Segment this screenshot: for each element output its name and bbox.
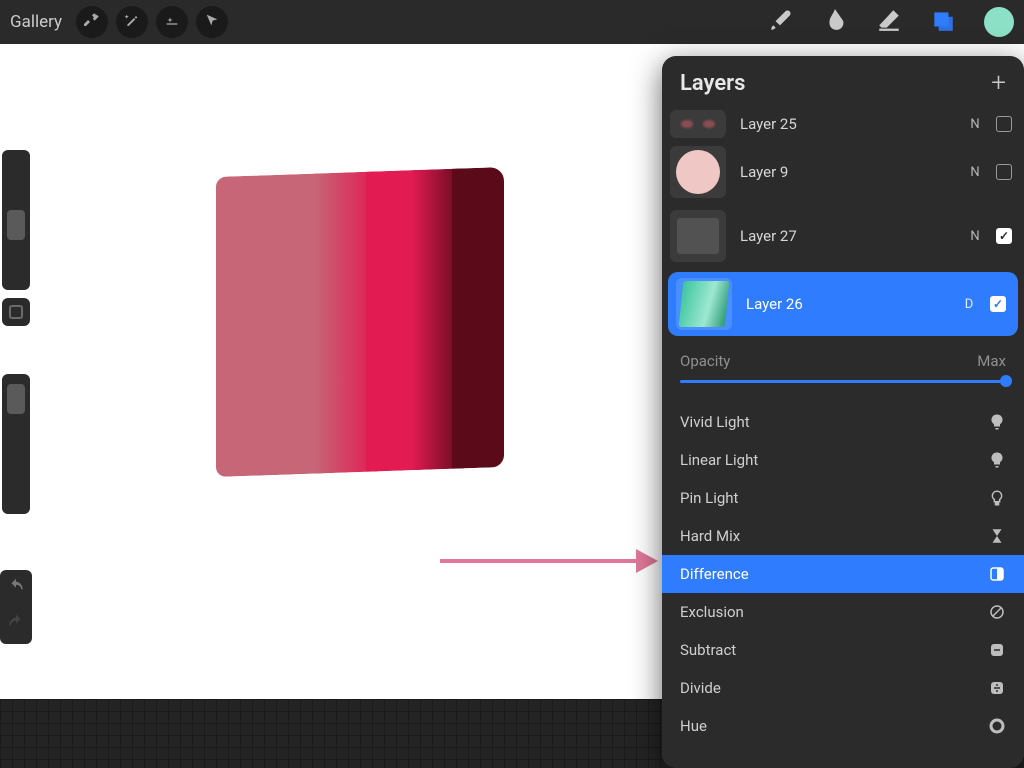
smudge-tool-button[interactable] (818, 5, 852, 39)
brush-opacity-slider[interactable] (2, 374, 30, 514)
blend-mode-item[interactable]: Pin Light (662, 479, 1024, 517)
adjustments-button[interactable] (116, 6, 148, 38)
actions-button[interactable] (76, 6, 108, 38)
divide-square-icon (988, 679, 1006, 697)
wrench-icon (84, 12, 100, 32)
layer-row-selected[interactable]: Layer 26 D (668, 272, 1018, 336)
blend-mode-item-selected[interactable]: Difference (662, 555, 1024, 593)
layer-name: Layer 26 (746, 295, 948, 313)
gallery-link[interactable]: Gallery (10, 12, 62, 32)
magic-wand-icon (124, 12, 140, 32)
blend-mode-label: Linear Light (680, 451, 758, 469)
bulb-filled-icon (988, 413, 1006, 431)
blend-mode-item[interactable]: Exclusion (662, 593, 1024, 631)
blend-mode-label: Vivid Light (680, 413, 750, 431)
blend-mode-item[interactable]: Subtract (662, 631, 1024, 669)
layers-icon (930, 7, 956, 37)
layer-visibility-checkbox[interactable] (996, 164, 1012, 180)
layer-visibility-checkbox[interactable] (996, 116, 1012, 132)
add-layer-button[interactable]: + (991, 70, 1006, 96)
opacity-value: Max (977, 352, 1006, 370)
blend-mode-item[interactable]: Hue (662, 707, 1024, 745)
layers-panel: Layers + Layer 25 N Layer 9 N Layer 27 N… (662, 56, 1024, 768)
eraser-tool-button[interactable] (872, 5, 906, 39)
blend-mode-item[interactable]: Divide (662, 669, 1024, 707)
brush-icon (768, 7, 794, 37)
layer-row[interactable]: Layer 27 N (662, 204, 1024, 268)
blend-mode-label: Exclusion (680, 603, 744, 621)
ring-icon (988, 717, 1006, 735)
blend-mode-label: Pin Light (680, 489, 738, 507)
brush-size-slider[interactable] (2, 150, 30, 290)
layers-panel-title: Layers (680, 71, 745, 96)
selection-icon (164, 12, 180, 32)
blend-mode-label: Hue (680, 717, 707, 735)
transform-button[interactable] (196, 6, 228, 38)
left-sidebar (0, 150, 32, 514)
layer-name: Layer 9 (740, 163, 954, 181)
half-square-icon (988, 565, 1006, 583)
layer-blend-indicator[interactable]: N (968, 165, 982, 180)
undo-button[interactable] (7, 578, 25, 600)
blend-mode-label: Divide (680, 679, 721, 697)
diag-circle-icon (988, 603, 1006, 621)
opacity-slider-thumb[interactable] (1000, 375, 1012, 387)
layer-visibility-checkbox[interactable] (996, 228, 1012, 244)
blend-mode-list[interactable]: Vivid Light Linear Light Pin Light Hard … (662, 403, 1024, 745)
layer-name: Layer 25 (740, 115, 954, 133)
selection-button[interactable] (156, 6, 188, 38)
blend-mode-label: Difference (680, 565, 749, 583)
opacity-label: Opacity (680, 352, 730, 370)
layer-row[interactable]: Layer 9 N (662, 140, 1024, 204)
canvas-artwork (216, 167, 504, 477)
blend-mode-item[interactable]: Hard Mix (662, 517, 1024, 555)
layer-blend-indicator[interactable]: N (968, 117, 982, 132)
modify-button[interactable] (2, 298, 30, 326)
cursor-icon (204, 12, 220, 32)
undo-redo-group (0, 570, 32, 644)
minus-square-icon (988, 641, 1006, 659)
layer-row[interactable]: Layer 25 N (662, 108, 1024, 140)
color-picker-button[interactable] (984, 7, 1014, 37)
hourglass-icon (988, 527, 1006, 545)
layer-blend-indicator[interactable]: N (968, 229, 982, 244)
layers-button[interactable] (926, 5, 960, 39)
layer-visibility-checkbox[interactable] (990, 296, 1006, 312)
layer-thumbnail (670, 110, 726, 138)
blend-mode-label: Hard Mix (680, 527, 740, 545)
redo-button[interactable] (7, 614, 25, 636)
undo-icon (7, 581, 25, 600)
layer-thumbnail (670, 210, 726, 262)
layer-blend-indicator[interactable]: D (962, 297, 976, 312)
smudge-icon (822, 7, 848, 37)
blend-mode-item[interactable]: Vivid Light (662, 403, 1024, 441)
layer-name: Layer 27 (740, 227, 954, 245)
annotation-arrow (440, 553, 660, 569)
blend-mode-label: Subtract (680, 641, 736, 659)
blend-mode-item[interactable]: Linear Light (662, 441, 1024, 479)
layer-thumbnail (676, 278, 732, 330)
layer-thumbnail (670, 146, 726, 198)
opacity-section: Opacity Max (662, 340, 1024, 389)
opacity-slider[interactable] (680, 380, 1006, 383)
bulb-filled-icon (988, 451, 1006, 469)
bulb-outline-icon (988, 489, 1006, 507)
brush-tool-button[interactable] (764, 5, 798, 39)
eraser-icon (876, 7, 902, 37)
redo-icon (7, 617, 25, 636)
top-toolbar: Gallery (0, 0, 1024, 44)
